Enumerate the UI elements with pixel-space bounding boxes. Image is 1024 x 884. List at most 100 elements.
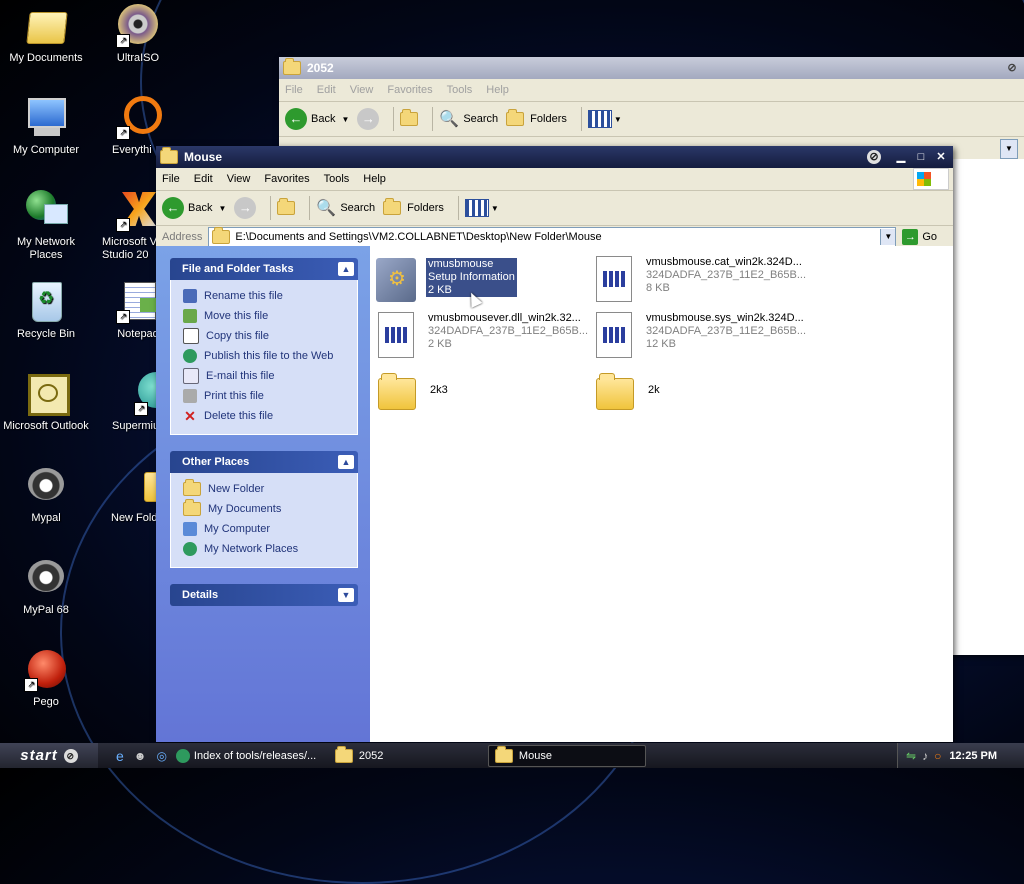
collapse-icon[interactable]: ▲	[338, 455, 354, 469]
task-publish[interactable]: Publish this file to the Web	[183, 346, 357, 366]
up-button[interactable]	[400, 109, 419, 126]
separator	[432, 107, 434, 131]
place-my-computer[interactable]: My Computer	[183, 519, 357, 539]
address-input[interactable]: E:\Documents and Settings\VM2.COLLABNET\…	[208, 227, 897, 247]
pego-icon: ↗	[24, 648, 68, 692]
task-email[interactable]: E-mail this file	[183, 366, 357, 386]
ie-quicklaunch-icon[interactable]: e	[116, 748, 124, 764]
forward-button[interactable]: →	[234, 197, 257, 219]
notepad-icon: ↗	[116, 280, 160, 324]
menu-view[interactable]: View	[227, 173, 251, 185]
search-label: Search	[463, 113, 499, 125]
file-item-sys[interactable]: vmusbmouse.sys_win2k.324D... 324DADFA_23…	[596, 312, 806, 358]
desktop-icon-pego[interactable]: ↗ Pego	[0, 648, 92, 709]
volume-tray-icon[interactable]: ♪	[922, 749, 928, 763]
help-icon[interactable]: ⊘	[1004, 61, 1020, 75]
search-button[interactable]: 🔍 Search	[316, 198, 375, 218]
views-button[interactable]: ▼	[587, 110, 622, 128]
dll-file-icon	[378, 312, 414, 358]
file-name: 2k3	[430, 384, 448, 396]
views-button[interactable]: ▼	[464, 199, 499, 217]
raccoon-quicklaunch-icon[interactable]: ☻	[134, 749, 147, 763]
expand-icon[interactable]: ▼	[338, 588, 354, 602]
place-my-documents[interactable]: My Documents	[183, 499, 357, 519]
desktop-icon-my-documents[interactable]: My Documents	[0, 4, 92, 65]
browser-quicklaunch-icon[interactable]: ◎	[156, 749, 166, 763]
globe-icon	[175, 748, 190, 763]
file-name: vmusbmouse.cat_win2k.324D...	[646, 256, 802, 268]
close-icon[interactable]: ✕	[933, 150, 949, 164]
menu-file[interactable]: File	[285, 84, 303, 96]
window-mouse-titlebar[interactable]: Mouse ⊘ ▁ □ ✕	[156, 146, 953, 168]
up-button[interactable]	[277, 198, 296, 215]
folder-item-2k3[interactable]: 2k3	[378, 370, 448, 410]
move-icon	[183, 309, 197, 323]
setup-information-icon: ⚙	[376, 258, 416, 302]
place-my-network-places[interactable]: My Network Places	[183, 539, 357, 559]
desktop-icon-mypal-68[interactable]: MyPal 68	[0, 556, 92, 617]
rename-icon	[183, 289, 197, 303]
search-button[interactable]: 🔍 Search	[439, 109, 498, 129]
desktop-icon-mypal[interactable]: Mypal	[0, 464, 92, 525]
start-button[interactable]: start ⊘	[0, 743, 98, 768]
task-button-index[interactable]: Index of tools/releases/...	[170, 746, 326, 766]
panel-header[interactable]: Other Places ▲	[170, 451, 358, 473]
menu-help[interactable]: Help	[486, 84, 509, 96]
task-print[interactable]: Print this file	[183, 386, 357, 406]
place-new-folder[interactable]: New Folder	[183, 479, 357, 499]
shortcut-arrow-icon: ↗	[116, 34, 130, 48]
menu-view[interactable]: View	[350, 84, 374, 96]
network-tray-icon[interactable]: ⇋	[906, 749, 916, 763]
panel-header[interactable]: File and Folder Tasks ▲	[170, 258, 358, 280]
task-move[interactable]: Move this file	[183, 306, 357, 326]
separator	[457, 196, 459, 220]
desktop-icon-recycle-bin[interactable]: ♻ Recycle Bin	[0, 280, 92, 341]
collapse-icon[interactable]: ▲	[338, 262, 354, 276]
everything-tray-icon[interactable]: ○	[934, 749, 941, 763]
back-button[interactable]: ← Back ▼	[285, 108, 349, 130]
back-arrow-icon: ←	[285, 108, 307, 130]
menu-edit[interactable]: Edit	[194, 173, 213, 185]
outlook-icon	[24, 372, 70, 416]
desktop-icon-my-computer[interactable]: My Computer	[0, 96, 92, 157]
minimize-icon[interactable]: ▁	[893, 150, 909, 164]
folder-item-2k[interactable]: 2k	[596, 370, 660, 410]
task-copy[interactable]: Copy this file	[183, 326, 357, 346]
folders-button[interactable]: Folders	[506, 109, 567, 126]
email-icon	[183, 368, 199, 384]
go-button[interactable]: → Go	[902, 229, 937, 245]
menu-help[interactable]: Help	[363, 173, 386, 185]
menu-tools[interactable]: Tools	[324, 173, 350, 185]
task-button-mouse[interactable]: Mouse	[487, 744, 646, 767]
panel-header[interactable]: Details ▼	[170, 584, 358, 606]
maximize-icon[interactable]: □	[913, 150, 929, 164]
menu-favorites[interactable]: Favorites	[264, 173, 309, 185]
forward-button[interactable]: →	[357, 108, 380, 130]
chevron-down-icon: ▼	[613, 114, 622, 124]
menu-file[interactable]: File	[162, 173, 180, 185]
raccoon-icon	[24, 464, 68, 508]
folder-icon	[116, 464, 180, 508]
desktop-icon-microsoft-outlook[interactable]: Microsoft Outlook	[0, 372, 92, 433]
task-button-2052[interactable]: 2052	[329, 745, 485, 766]
window-2052-titlebar[interactable]: 2052 ⊘	[279, 57, 1024, 79]
window-mouse[interactable]: Mouse ⊘ ▁ □ ✕ File Edit View Favorites T…	[156, 146, 953, 742]
folders-button[interactable]: Folders	[383, 198, 444, 215]
back-button[interactable]: ← Back ▼	[162, 197, 226, 219]
task-delete[interactable]: ✕ Delete this file	[183, 406, 357, 426]
menubar: File Edit View Favorites Tools Help	[156, 168, 953, 191]
file-item-cat[interactable]: vmusbmouse.cat_win2k.324D... 324DADFA_23…	[596, 256, 806, 302]
computer-icon	[183, 522, 197, 536]
help-icon[interactable]: ⊘	[867, 150, 881, 164]
file-item-vmusbmouse-inf[interactable]: ⚙ vmusbmouse Setup Information 2 KB	[376, 258, 517, 302]
menu-edit[interactable]: Edit	[317, 84, 336, 96]
windows-logo-icon	[913, 168, 949, 190]
menu-favorites[interactable]: Favorites	[387, 84, 432, 96]
chevron-down-icon[interactable]: ▼	[1000, 139, 1018, 159]
menu-tools[interactable]: Tools	[447, 84, 473, 96]
file-item-dll[interactable]: vmusbmousever.dll_win2k.32... 324DADFA_2…	[378, 312, 588, 358]
chevron-down-icon[interactable]: ▼	[880, 229, 896, 245]
desktop-icon-ultraiso[interactable]: ↗ UltraISO	[92, 4, 184, 65]
task-rename[interactable]: Rename this file	[183, 286, 357, 306]
desktop-icon-my-network-places[interactable]: My Network Places	[0, 188, 92, 262]
